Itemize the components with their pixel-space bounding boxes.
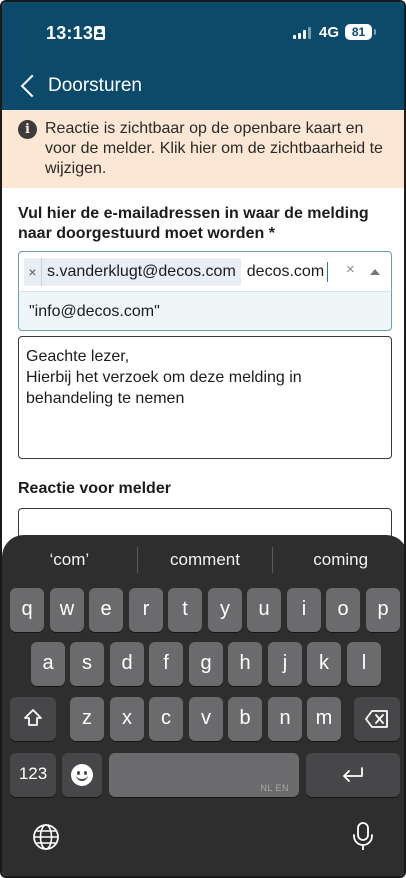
backspace-key[interactable] [354, 697, 400, 741]
reaction-label: Reactie voor melder [18, 480, 171, 497]
email-field-label: Vul hier de e-mailadressen in waar de me… [18, 205, 369, 242]
id-card-icon [94, 26, 105, 40]
back-button[interactable]: Doorsturen [18, 70, 142, 102]
prediction-bar: ‘com’ comment coming [2, 545, 404, 575]
text-caret [326, 261, 329, 282]
key-c[interactable]: c [149, 697, 183, 741]
network-type: 4G [319, 24, 340, 41]
key-x[interactable]: x [110, 697, 144, 741]
key-k[interactable]: k [307, 642, 341, 686]
shift-key[interactable] [10, 697, 56, 741]
key-f[interactable]: f [149, 642, 183, 686]
key-p[interactable]: p [366, 588, 400, 632]
prediction-item[interactable]: ‘com’ [2, 545, 137, 575]
message-textarea[interactable]: Geachte lezer, Hierbij het verzoek om de… [18, 336, 392, 459]
on-screen-keyboard: ‘com’ comment coming q w e r t y u i o p… [2, 535, 404, 876]
dropdown-arrow-icon[interactable] [370, 269, 380, 275]
info-icon: i [18, 120, 37, 139]
key-g[interactable]: g [189, 642, 223, 686]
key-s[interactable]: s [70, 642, 104, 686]
key-h[interactable]: h [228, 642, 262, 686]
return-icon [343, 767, 363, 782]
key-t[interactable]: t [168, 588, 202, 632]
numbers-key[interactable]: 123 [10, 753, 56, 797]
key-i[interactable]: i [287, 588, 321, 632]
battery-tip [374, 29, 376, 35]
key-d[interactable]: d [110, 642, 144, 686]
key-r[interactable]: r [129, 588, 163, 632]
page-title: Doorsturen [48, 75, 142, 96]
chevron-left-icon [18, 72, 40, 100]
suggestion-item[interactable]: "info@decos.com" [19, 292, 391, 332]
space-key[interactable]: NL EN [109, 753, 299, 797]
visibility-notice[interactable]: i Reactie is zichtbaar op de openbare ka… [2, 110, 404, 188]
email-chip: × s.vanderklugt@decos.com [24, 257, 241, 286]
key-v[interactable]: v [189, 697, 223, 741]
prediction-item[interactable]: comment [138, 545, 273, 575]
prediction-item[interactable]: coming [273, 545, 404, 575]
emoji-key[interactable] [62, 753, 102, 797]
shift-icon [24, 709, 42, 726]
key-m[interactable]: m [307, 697, 341, 741]
key-o[interactable]: o [326, 588, 360, 632]
chip-label: s.vanderklugt@decos.com [47, 262, 236, 280]
chip-remove-icon[interactable]: × [24, 257, 42, 286]
clear-icon[interactable]: × [346, 261, 355, 278]
app-header: 13:13 4G 81 Doorsturen [2, 2, 404, 110]
key-l[interactable]: l [347, 642, 381, 686]
app-screen: 13:13 4G 81 Doorsturen i Reactie is zich… [0, 0, 406, 878]
key-z[interactable]: z [70, 697, 104, 741]
key-u[interactable]: u [247, 588, 281, 632]
key-w[interactable]: w [50, 588, 84, 632]
globe-icon[interactable] [32, 823, 60, 851]
email-multiselect[interactable]: × s.vanderklugt@decos.com × [18, 251, 392, 292]
key-n[interactable]: n [268, 697, 302, 741]
key-e[interactable]: e [89, 588, 123, 632]
email-search-input[interactable] [246, 262, 329, 281]
mic-icon[interactable] [351, 821, 375, 853]
emoji-icon [71, 764, 93, 786]
key-q[interactable]: q [10, 588, 44, 632]
status-bar: 13:13 4G 81 [2, 2, 404, 62]
signal-icon [293, 27, 313, 39]
suggestion-list: "info@decos.com" [18, 291, 392, 331]
battery-icon: 81 [345, 24, 372, 40]
key-b[interactable]: b [228, 697, 262, 741]
return-key[interactable] [306, 753, 400, 797]
key-j[interactable]: j [268, 642, 302, 686]
notice-text: Reactie is zichtbaar op de openbare kaar… [45, 120, 383, 177]
key-y[interactable]: y [208, 588, 242, 632]
language-hint: NL EN [260, 783, 289, 793]
key-a[interactable]: a [31, 642, 65, 686]
status-time: 13:13 [46, 23, 94, 43]
backspace-icon [365, 710, 388, 728]
